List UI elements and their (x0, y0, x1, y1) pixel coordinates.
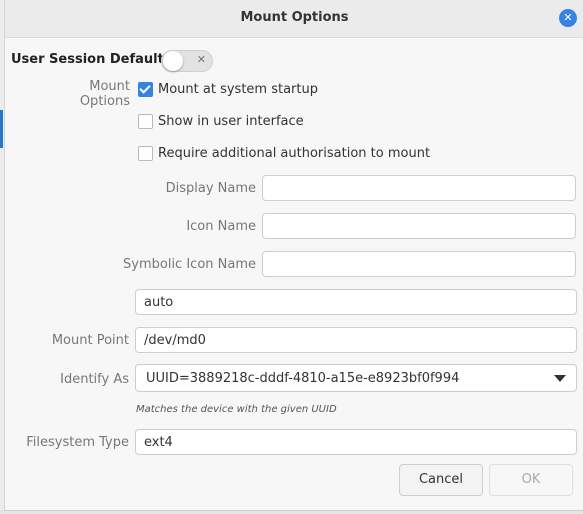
mount-at-startup-label: Mount at system startup (158, 82, 318, 97)
background-selection-accent (0, 110, 3, 148)
user-session-defaults-label: User Session Defaults (11, 52, 172, 67)
mount-at-startup-checkbox[interactable]: Mount at system startup (138, 82, 318, 97)
chevron-down-icon (554, 375, 566, 382)
toggle-knob (163, 51, 183, 71)
icon-name-field[interactable] (262, 213, 576, 239)
show-in-ui-checkbox[interactable]: Show in user interface (138, 114, 304, 129)
display-name-label: Display Name (165, 181, 256, 196)
require-auth-label: Require additional authorisation to moun… (158, 146, 431, 161)
cancel-button[interactable]: Cancel (399, 464, 483, 496)
require-auth-checkbox[interactable]: Require additional authorisation to moun… (138, 146, 430, 161)
close-icon: ✕ (563, 11, 573, 24)
identify-as-label: Identify As (60, 372, 129, 387)
show-in-ui-label: Show in user interface (158, 114, 304, 129)
x-icon: ✕ (196, 53, 206, 66)
filesystem-type-label: Filesystem Type (26, 435, 129, 450)
mount-options-dialog: Mount Options ✕ User Session Defaults ✕ … (4, 0, 583, 511)
symbolic-icon-name-field[interactable] (262, 251, 576, 277)
mount-options-label: Mount Options (79, 79, 130, 109)
checkbox-unchecked[interactable] (138, 114, 153, 129)
dialog-title: Mount Options (240, 10, 349, 25)
icon-name-label: Icon Name (186, 219, 256, 234)
symbolic-icon-name-label: Symbolic Icon Name (123, 257, 256, 272)
identify-as-selected: UUID=3889218c-dddf-4810-a15e-e8923bf0f99… (146, 371, 460, 386)
identify-as-hint: Matches the device with the given UUID (136, 404, 337, 415)
identify-as-dropdown[interactable]: UUID=3889218c-dddf-4810-a15e-e8923bf0f99… (135, 364, 577, 392)
user-session-defaults-toggle[interactable]: ✕ (161, 50, 213, 72)
close-button[interactable]: ✕ (559, 9, 577, 27)
checkbox-checked[interactable] (138, 82, 153, 97)
mount-point-label: Mount Point (51, 333, 129, 348)
mount-point-field[interactable]: /dev/md0 (135, 327, 577, 353)
filesystem-type-field[interactable]: ext4 (135, 429, 577, 455)
display-name-field[interactable] (262, 175, 576, 201)
ok-button[interactable]: OK (489, 464, 573, 496)
checkbox-unchecked[interactable] (138, 146, 153, 161)
mount-options-field[interactable]: auto (135, 289, 577, 315)
titlebar: Mount Options ✕ (5, 0, 583, 38)
